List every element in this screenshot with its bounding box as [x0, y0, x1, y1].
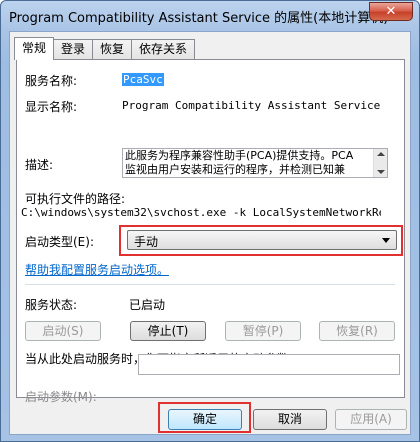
exe-path-label: 可执行文件的路径: [25, 192, 126, 206]
divider [25, 284, 395, 285]
tab-dependencies[interactable]: 依存关系 [131, 39, 196, 60]
tab-general[interactable]: 常规 [14, 37, 55, 60]
startup-type-select[interactable]: 手动 [127, 230, 397, 250]
close-button[interactable]: ✕ [369, 2, 413, 21]
window-title: Program Compatibility Assistant Service … [9, 11, 389, 26]
ok-button[interactable]: 确定 [168, 409, 242, 430]
dialog-client-area: 常规 登录 恢复 依存关系 服务名称: PcaSvc 显示名称: Program… [9, 31, 411, 435]
tab-strip: 常规 登录 恢复 依存关系 [14, 37, 196, 60]
service-name-label: 服务名称: [25, 74, 78, 88]
start-button[interactable]: 启动(S) [25, 321, 101, 341]
cancel-button[interactable]: 取消 [253, 409, 327, 430]
start-params-label: 启动参数(M): [25, 390, 97, 404]
service-name-value[interactable]: PcaSvc [122, 73, 164, 86]
tab-recovery[interactable]: 恢复 [92, 39, 133, 60]
description-text-box[interactable]: 此服务为程序兼容性助手(PCA)提供支持。PCA 监视由用户安装和运行的程序，并… [122, 148, 388, 178]
start-params-input[interactable] [138, 354, 400, 375]
title-bar[interactable]: Program Compatibility Assistant Service … [1, 1, 419, 31]
apply-button[interactable]: 应用(A) [335, 409, 407, 430]
general-tab-panel: 服务名称: PcaSvc 显示名称: Program Compatibility… [16, 59, 405, 404]
help-configure-link[interactable]: 帮助我配置服务启动选项。 [25, 261, 169, 278]
display-name-value[interactable]: Program Compatibility Assistant Service [122, 99, 380, 112]
tab-logon[interactable]: 登录 [53, 39, 94, 60]
display-name-label: 显示名称: [25, 100, 78, 114]
startup-type-label: 启动类型(E): [25, 235, 94, 249]
description-line-1: 此服务为程序兼容性助手(PCA)提供支持。PCA [125, 149, 354, 162]
scroll-down-icon[interactable] [377, 170, 385, 174]
properties-window: Program Compatibility Assistant Service … [0, 0, 420, 442]
service-status-label: 服务状态: [25, 298, 78, 312]
pause-button[interactable]: 暂停(P) [225, 321, 301, 341]
resume-button[interactable]: 恢复(R) [319, 321, 395, 341]
description-line-2: 监视由用户安装和运行的程序，并检测已知兼 [125, 163, 345, 176]
chevron-down-icon [382, 238, 390, 243]
service-status-value: 已启动 [129, 298, 166, 312]
exe-path-value[interactable]: C:\windows\system32\svchost.exe -k Local… [21, 206, 381, 221]
service-name-text: PcaSvc [122, 73, 164, 86]
description-scrollbar[interactable] [373, 149, 387, 177]
description-label: 描述: [25, 158, 54, 172]
scroll-up-icon[interactable] [377, 152, 385, 156]
stop-button[interactable]: 停止(T) [130, 321, 206, 341]
startup-type-value: 手动 [134, 235, 159, 249]
